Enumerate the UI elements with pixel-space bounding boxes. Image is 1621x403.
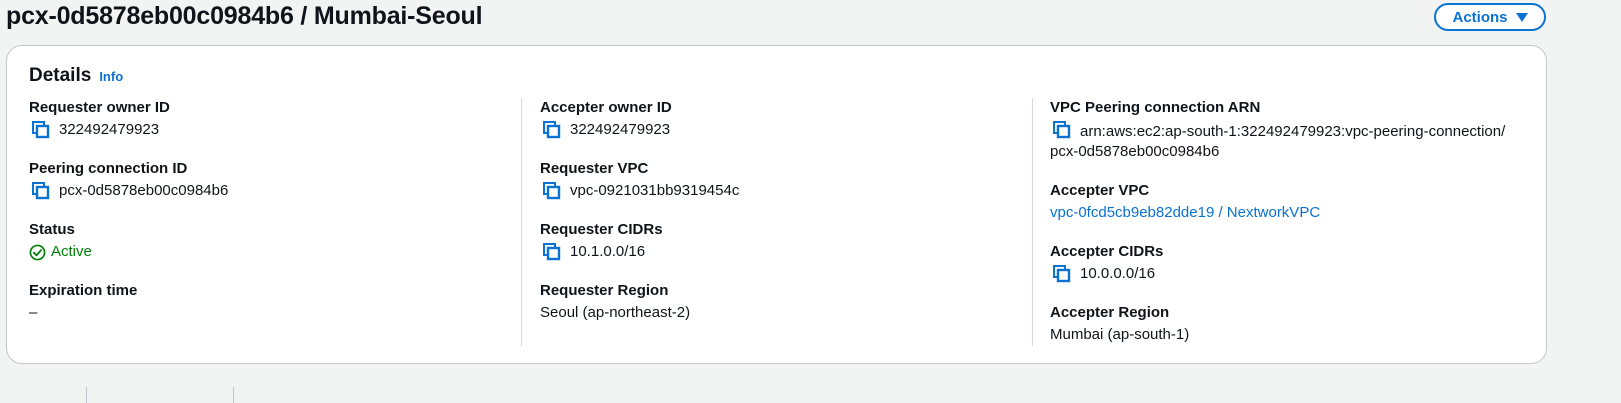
vpc-peering-connection-arn-label: VPC Peering connection ARN — [1050, 99, 1261, 116]
requester-owner-id-label: Requester owner ID — [29, 99, 170, 116]
peering-connection-id-label: Peering connection ID — [29, 160, 188, 177]
info-link[interactable]: Info — [99, 69, 123, 84]
vpc-peering-connection-arn: VPC Peering connection ARN arn:aws:ec2:a… — [1050, 98, 1520, 162]
vpc-peering-connection-arn-text: arn:aws:ec2:ap-south-1:322492479923:vpc-… — [1050, 123, 1506, 160]
tab-separator — [86, 387, 87, 403]
requester-region-label: Requester Region — [540, 282, 669, 299]
requester-cidrs: Requester CIDRs 10.1.0.0/16 — [540, 220, 1010, 262]
requester-cidrs-label: Requester CIDRs — [540, 221, 663, 238]
accepter-region-value: Mumbai (ap-south-1) — [1050, 326, 1190, 343]
page-title: pcx-0d5878eb00c0984b6 / Mumbai-Seoul — [6, 2, 483, 30]
details-header: Details Info — [29, 65, 123, 87]
accepter-owner-id: Accepter owner ID 322492479923 — [540, 98, 1010, 140]
details-title: Details — [29, 65, 92, 86]
requester-owner-id-value: 322492479923 — [59, 121, 160, 138]
actions-button[interactable]: Actions — [1434, 3, 1546, 31]
status-label: Status — [29, 221, 75, 238]
requester-owner-id: Requester owner ID 322492479923 — [29, 98, 499, 140]
column-divider — [1032, 98, 1033, 346]
requester-cidrs-value: 10.1.0.0/16 — [570, 243, 646, 260]
requester-vpc-value: vpc-0921031bb9319454c — [570, 182, 740, 199]
expiration-time-label: Expiration time — [29, 282, 138, 299]
expiration-time-value: – — [29, 304, 38, 321]
requester-vpc: Requester VPC vpc-0921031bb9319454c — [540, 159, 1010, 201]
accepter-vpc-link[interactable]: vpc-0fcd5cb9eb82dde19 / NextworkVPC — [1050, 203, 1320, 223]
accepter-owner-id-label: Accepter owner ID — [540, 99, 672, 116]
accepter-cidrs-value: 10.0.0.0/16 — [1080, 265, 1156, 282]
copy-icon[interactable] — [542, 181, 562, 201]
vpc-peering-connection-arn-value: arn:aws:ec2:ap-south-1:322492479923:vpc-… — [1050, 120, 1510, 162]
accepter-region: Accepter Region Mumbai (ap-south-1) — [1050, 303, 1520, 345]
peering-connection-id: Peering connection ID pcx-0d5878eb00c098… — [29, 159, 499, 201]
accepter-vpc: Accepter VPC vpc-0fcd5cb9eb82dde19 / Nex… — [1050, 181, 1520, 223]
accepter-region-label: Accepter Region — [1050, 304, 1170, 321]
accepter-owner-id-value: 322492479923 — [570, 121, 671, 138]
copy-icon[interactable] — [1052, 120, 1072, 140]
status-value: Active — [51, 243, 92, 260]
accepter-cidrs-label: Accepter CIDRs — [1050, 243, 1164, 260]
copy-icon[interactable] — [31, 181, 51, 201]
requester-vpc-label: Requester VPC — [540, 160, 649, 177]
peering-connection-page: pcx-0d5878eb00c0984b6 / Mumbai-Seoul Act… — [0, 0, 1621, 403]
accepter-vpc-label: Accepter VPC — [1050, 182, 1150, 199]
copy-icon[interactable] — [542, 120, 562, 140]
requester-region: Requester Region Seoul (ap-northeast-2) — [540, 281, 1010, 323]
copy-icon[interactable] — [1052, 264, 1072, 284]
status: Status Active — [29, 220, 499, 262]
peering-connection-id-value: pcx-0d5878eb00c0984b6 — [59, 182, 229, 199]
expiration-time: Expiration time – — [29, 281, 499, 323]
copy-icon[interactable] — [31, 120, 51, 140]
column-divider — [521, 98, 522, 346]
copy-icon[interactable] — [542, 242, 562, 262]
caret-down-icon — [1515, 13, 1528, 22]
status-success-icon — [29, 244, 46, 261]
accepter-cidrs: Accepter CIDRs 10.0.0.0/16 — [1050, 242, 1520, 284]
requester-region-value: Seoul (ap-northeast-2) — [540, 304, 691, 321]
tab-separator — [233, 387, 234, 403]
actions-label: Actions — [1452, 8, 1508, 26]
